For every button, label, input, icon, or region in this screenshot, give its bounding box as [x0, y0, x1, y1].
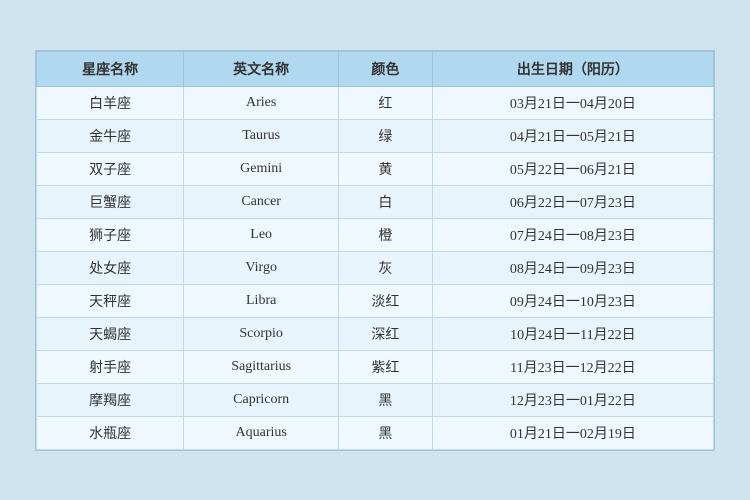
- cell-color: 白: [339, 185, 433, 218]
- cell-color: 灰: [339, 251, 433, 284]
- cell-chinese-name: 白羊座: [37, 86, 184, 119]
- cell-dates: 05月22日一06月21日: [432, 152, 713, 185]
- cell-dates: 04月21日一05月21日: [432, 119, 713, 152]
- cell-color: 黑: [339, 416, 433, 449]
- table-row: 双子座Gemini黄05月22日一06月21日: [37, 152, 714, 185]
- table-row: 白羊座Aries红03月21日一04月20日: [37, 86, 714, 119]
- header-english-name: 英文名称: [184, 51, 339, 86]
- header-color: 颜色: [339, 51, 433, 86]
- cell-dates: 08月24日一09月23日: [432, 251, 713, 284]
- zodiac-table-container: 星座名称 英文名称 颜色 出生日期（阳历） 白羊座Aries红03月21日一04…: [35, 50, 715, 451]
- cell-english-name: Taurus: [184, 119, 339, 152]
- cell-dates: 01月21日一02月19日: [432, 416, 713, 449]
- cell-chinese-name: 摩羯座: [37, 383, 184, 416]
- cell-dates: 03月21日一04月20日: [432, 86, 713, 119]
- cell-color: 红: [339, 86, 433, 119]
- cell-dates: 12月23日一01月22日: [432, 383, 713, 416]
- cell-dates: 06月22日一07月23日: [432, 185, 713, 218]
- cell-chinese-name: 狮子座: [37, 218, 184, 251]
- cell-color: 深红: [339, 317, 433, 350]
- table-row: 天蝎座Scorpio深红10月24日一11月22日: [37, 317, 714, 350]
- table-row: 金牛座Taurus绿04月21日一05月21日: [37, 119, 714, 152]
- cell-color: 紫红: [339, 350, 433, 383]
- cell-dates: 09月24日一10月23日: [432, 284, 713, 317]
- table-row: 摩羯座Capricorn黑12月23日一01月22日: [37, 383, 714, 416]
- cell-color: 黄: [339, 152, 433, 185]
- cell-english-name: Virgo: [184, 251, 339, 284]
- table-header-row: 星座名称 英文名称 颜色 出生日期（阳历）: [37, 51, 714, 86]
- cell-english-name: Leo: [184, 218, 339, 251]
- zodiac-table: 星座名称 英文名称 颜色 出生日期（阳历） 白羊座Aries红03月21日一04…: [36, 51, 714, 450]
- cell-color: 橙: [339, 218, 433, 251]
- cell-chinese-name: 巨蟹座: [37, 185, 184, 218]
- cell-english-name: Aries: [184, 86, 339, 119]
- cell-chinese-name: 天蝎座: [37, 317, 184, 350]
- table-row: 射手座Sagittarius紫红11月23日一12月22日: [37, 350, 714, 383]
- header-dates: 出生日期（阳历）: [432, 51, 713, 86]
- cell-chinese-name: 水瓶座: [37, 416, 184, 449]
- cell-english-name: Cancer: [184, 185, 339, 218]
- cell-dates: 10月24日一11月22日: [432, 317, 713, 350]
- table-row: 处女座Virgo灰08月24日一09月23日: [37, 251, 714, 284]
- cell-chinese-name: 金牛座: [37, 119, 184, 152]
- table-row: 天秤座Libra淡红09月24日一10月23日: [37, 284, 714, 317]
- cell-english-name: Scorpio: [184, 317, 339, 350]
- cell-english-name: Gemini: [184, 152, 339, 185]
- cell-english-name: Aquarius: [184, 416, 339, 449]
- cell-chinese-name: 处女座: [37, 251, 184, 284]
- cell-chinese-name: 双子座: [37, 152, 184, 185]
- cell-english-name: Capricorn: [184, 383, 339, 416]
- cell-dates: 07月24日一08月23日: [432, 218, 713, 251]
- cell-dates: 11月23日一12月22日: [432, 350, 713, 383]
- cell-english-name: Libra: [184, 284, 339, 317]
- cell-color: 黑: [339, 383, 433, 416]
- table-row: 狮子座Leo橙07月24日一08月23日: [37, 218, 714, 251]
- table-row: 水瓶座Aquarius黑01月21日一02月19日: [37, 416, 714, 449]
- header-chinese-name: 星座名称: [37, 51, 184, 86]
- cell-chinese-name: 天秤座: [37, 284, 184, 317]
- cell-color: 绿: [339, 119, 433, 152]
- table-row: 巨蟹座Cancer白06月22日一07月23日: [37, 185, 714, 218]
- table-body: 白羊座Aries红03月21日一04月20日金牛座Taurus绿04月21日一0…: [37, 86, 714, 449]
- cell-english-name: Sagittarius: [184, 350, 339, 383]
- cell-color: 淡红: [339, 284, 433, 317]
- cell-chinese-name: 射手座: [37, 350, 184, 383]
